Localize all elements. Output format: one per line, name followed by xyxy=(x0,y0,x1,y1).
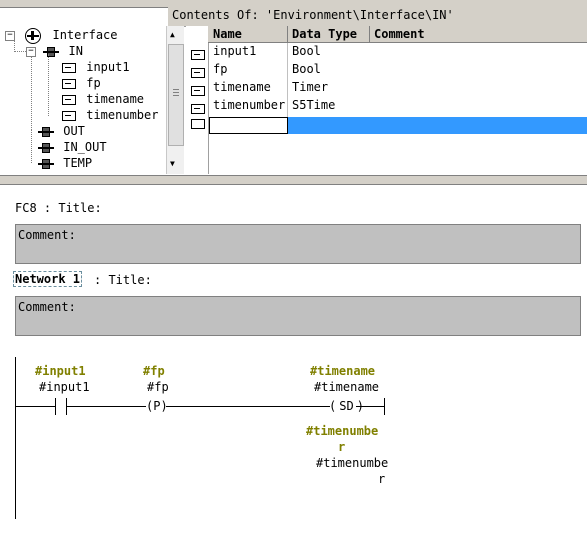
rung-wire xyxy=(67,406,146,407)
tree-label-input1: input1 xyxy=(86,60,130,74)
time-operand-line1[interactable]: #timenumbe xyxy=(306,424,378,438)
tree-scrollbar[interactable]: ▲ ▼ xyxy=(166,26,184,174)
scroll-thumb[interactable] xyxy=(168,44,184,146)
edge-tag: #fp xyxy=(147,380,169,394)
tree-node-interface[interactable]: − Interface xyxy=(5,27,118,44)
interface-icon xyxy=(25,27,42,44)
tree-node-in[interactable]: − IN xyxy=(26,43,83,59)
tree-label-timenumber: timenumber xyxy=(86,108,159,122)
tree-label-out: OUT xyxy=(63,124,85,138)
variable-icon xyxy=(62,94,76,105)
time-tag-line1: #timenumbe xyxy=(316,456,389,470)
coil-operand[interactable]: #timename xyxy=(310,364,375,378)
tree-label-temp: TEMP xyxy=(63,156,93,170)
time-operand-line2[interactable]: r xyxy=(338,440,345,454)
block-comment-label: Comment: xyxy=(18,228,76,242)
collapse-icon[interactable]: − xyxy=(26,46,36,57)
tree-connector xyxy=(14,38,15,50)
cell-type-timename[interactable]: Timer xyxy=(292,80,328,94)
coil-tag: #timename xyxy=(314,380,380,394)
tree-label-fp: fp xyxy=(86,76,101,90)
header-name[interactable]: Name xyxy=(213,27,242,41)
block-title[interactable]: FC8 : Title: xyxy=(15,201,102,215)
network-title[interactable]: : Title: xyxy=(94,273,152,287)
tree-label-interface: Interface xyxy=(52,28,118,42)
tree-connector xyxy=(14,51,26,52)
interface-tree[interactable]: − Interface − IN input1 fp timename time… xyxy=(0,26,167,174)
cell-name-timenumber[interactable]: timenumber xyxy=(213,98,285,112)
variable-icon xyxy=(62,78,76,89)
variable-icon xyxy=(191,83,205,97)
network-label[interactable]: Network 1 xyxy=(13,271,83,287)
cell-name-timename[interactable]: timename xyxy=(213,80,271,94)
contact-tag: #input1 xyxy=(39,380,90,394)
positive-edge-coil[interactable]: (P) xyxy=(146,399,168,413)
tree-connector xyxy=(48,54,49,116)
rung-wire xyxy=(356,406,384,407)
tree-label-in: IN xyxy=(68,44,83,58)
cell-type-fp[interactable]: Bool xyxy=(292,62,321,76)
cell-type-timenumber[interactable]: S5Time xyxy=(292,98,335,112)
variable-icon xyxy=(62,62,76,73)
variable-icon xyxy=(191,47,205,61)
row-icon-gutter xyxy=(186,26,209,174)
coil-symbol: SD xyxy=(339,399,354,413)
network-comment-box[interactable]: Comment: xyxy=(15,296,581,336)
variable-icon xyxy=(191,65,205,79)
selected-row-highlight[interactable] xyxy=(288,117,587,134)
power-rail xyxy=(15,357,16,519)
variable-icon xyxy=(191,101,205,115)
tree-node-timename[interactable]: timename xyxy=(62,91,144,107)
rung-end-bar xyxy=(384,398,385,415)
header-separator xyxy=(287,26,288,43)
header-comment[interactable]: Comment xyxy=(374,27,425,41)
tree-node-timenumber[interactable]: timenumber xyxy=(62,107,158,123)
tree-label-timename: timename xyxy=(86,92,145,106)
tree-connector xyxy=(31,130,32,163)
header-data-type[interactable]: Data Type xyxy=(292,27,357,41)
scroll-down-icon[interactable]: ▼ xyxy=(170,159,175,168)
tree-node-in-out[interactable]: IN_OUT xyxy=(38,139,107,155)
contact-operand[interactable]: #input1 xyxy=(35,364,86,378)
tree-label-in-out: IN_OUT xyxy=(63,140,107,154)
cell-name-fp[interactable]: fp xyxy=(213,62,227,76)
edge-operand[interactable]: #fp xyxy=(143,364,165,378)
tree-node-input1[interactable]: input1 xyxy=(62,59,130,75)
empty-row-icon xyxy=(191,119,205,129)
variable-icon xyxy=(62,110,76,121)
contact-left-bar[interactable] xyxy=(55,398,56,415)
tree-connector xyxy=(31,56,32,130)
rung-wire xyxy=(16,406,55,407)
scroll-up-icon[interactable]: ▲ xyxy=(170,30,175,39)
pane-splitter[interactable] xyxy=(0,175,587,185)
tree-node-temp[interactable]: TEMP xyxy=(38,155,92,171)
rung-wire xyxy=(166,406,330,407)
new-name-input[interactable] xyxy=(209,117,288,134)
header-separator xyxy=(369,26,370,43)
cell-name-input1[interactable]: input1 xyxy=(213,44,256,58)
block-comment-box[interactable]: Comment: xyxy=(15,224,581,264)
in-out-port-icon xyxy=(38,142,54,153)
in-port-icon xyxy=(43,46,60,57)
network-comment-label: Comment: xyxy=(18,300,76,314)
path-label: Contents Of: 'Environment\Interface\IN' xyxy=(172,8,454,22)
tree-node-out[interactable]: OUT xyxy=(38,123,85,139)
time-tag-line2: r xyxy=(378,472,386,486)
cell-type-input1[interactable]: Bool xyxy=(292,44,321,58)
out-port-icon xyxy=(38,126,54,137)
temp-port-icon xyxy=(38,158,54,169)
tree-node-fp[interactable]: fp xyxy=(62,75,101,91)
